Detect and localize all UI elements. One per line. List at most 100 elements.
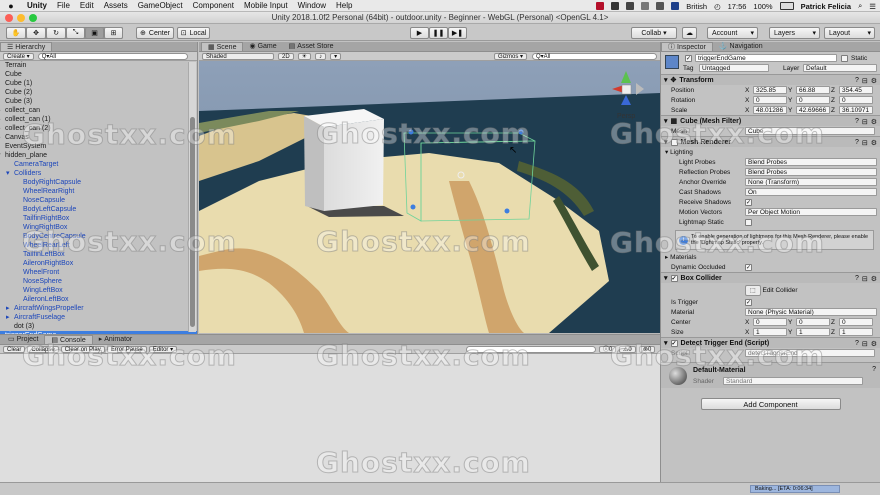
rect-tool-icon[interactable]: ▣ bbox=[85, 27, 104, 39]
tab-project[interactable]: ▭ Project bbox=[2, 335, 44, 344]
battery-percent[interactable]: 100% bbox=[753, 2, 772, 11]
hierarchy-search-input[interactable]: Q▾All bbox=[37, 52, 188, 60]
move-tool-icon[interactable]: ✥ bbox=[26, 27, 46, 39]
hierarchy-item[interactable]: BodyLeftCapsule bbox=[0, 205, 197, 214]
hierarchy-item[interactable]: CameraTarget bbox=[0, 160, 197, 169]
record-icon[interactable] bbox=[596, 2, 605, 10]
hierarchy-item[interactable]: Cube bbox=[0, 70, 197, 79]
hierarchy-item[interactable]: TailfinLeftBox bbox=[0, 250, 197, 259]
apple-icon[interactable]: ● bbox=[0, 1, 22, 11]
help-icon[interactable]: ? bbox=[855, 275, 859, 283]
preset-icon[interactable]: ⊟ bbox=[862, 340, 868, 348]
scale-x-field[interactable]: 48.01286 bbox=[753, 106, 787, 114]
pivot-local-button[interactable]: ⊡ Local bbox=[177, 27, 210, 39]
foldout-arrow-icon[interactable]: ▸ bbox=[665, 253, 668, 261]
menu-component[interactable]: Component bbox=[188, 1, 239, 10]
center-x-field[interactable]: 0 bbox=[753, 318, 787, 326]
hierarchy-item[interactable]: WingRightBox bbox=[0, 223, 197, 232]
gear-icon[interactable]: ⚙ bbox=[871, 77, 877, 85]
material-header[interactable]: Default-Material Shader Standard ? bbox=[661, 362, 880, 388]
hierarchy-item[interactable]: Cube (2) bbox=[0, 88, 197, 97]
error-count-button[interactable]: ⊗0 bbox=[639, 345, 656, 353]
menu-assets[interactable]: Assets bbox=[99, 1, 133, 10]
tab-hierarchy[interactable]: ☰ Hierarchy bbox=[0, 42, 53, 51]
add-component-button[interactable]: Add Component bbox=[700, 398, 841, 410]
console-search-input[interactable] bbox=[466, 345, 596, 353]
info-count-button[interactable]: ⓘ0 bbox=[599, 345, 617, 353]
hierarchy-item[interactable]: ▸collect_can (2) bbox=[0, 124, 197, 133]
shader-dropdown[interactable]: Standard bbox=[723, 377, 863, 385]
menu-list-icon[interactable]: ☰ bbox=[869, 2, 876, 11]
tag-dropdown[interactable]: Untagged bbox=[699, 64, 769, 72]
size-z-field[interactable]: 1 bbox=[839, 328, 873, 336]
hierarchy-item[interactable]: ▸ AircraftWingsPropeller bbox=[0, 304, 197, 313]
rotation-z-field[interactable]: 0 bbox=[839, 96, 873, 104]
app-icon[interactable] bbox=[611, 2, 620, 10]
position-z-field[interactable]: 354.45 bbox=[839, 86, 873, 94]
active-checkbox[interactable]: ✓ bbox=[685, 55, 692, 62]
foldout-arrow-icon[interactable]: ▾ bbox=[664, 138, 668, 146]
menu-edit[interactable]: Edit bbox=[75, 1, 99, 10]
collider-enabled-checkbox[interactable]: ✓ bbox=[670, 274, 678, 282]
shading-dropdown[interactable]: Shaded bbox=[202, 52, 274, 60]
renderer-dropdown[interactable]: Blend Probes bbox=[745, 158, 877, 166]
foldout-arrow-icon[interactable]: ▾ bbox=[664, 76, 668, 84]
lighting-foldout[interactable]: ▾ Lighting bbox=[661, 147, 880, 157]
tab-scene[interactable]: ▦ Scene bbox=[201, 42, 244, 51]
search-icon[interactable]: ⌕ bbox=[858, 1, 862, 11]
user-name[interactable]: Patrick Felicia bbox=[801, 2, 851, 11]
clear-button[interactable]: Clear bbox=[3, 345, 26, 353]
pause-button[interactable]: ❚❚ bbox=[429, 27, 448, 39]
layers-dropdown[interactable]: Layers ▾ bbox=[769, 27, 820, 39]
bounds-handle[interactable] bbox=[518, 129, 524, 135]
tab-asset-store[interactable]: ▤ Asset Store bbox=[283, 42, 340, 51]
hierarchy-item[interactable]: WheelRearLeft bbox=[0, 241, 197, 250]
foldout-arrow-icon[interactable]: ▾ bbox=[664, 274, 668, 282]
renderer-dropdown[interactable]: Per Object Motion bbox=[745, 208, 877, 216]
scene-viewport[interactable]: ↖ Persp bbox=[199, 61, 660, 333]
rotation-x-field[interactable]: 0 bbox=[753, 96, 787, 104]
hierarchy-scrollbar[interactable] bbox=[188, 62, 196, 332]
hierarchy-item[interactable]: EventSystem bbox=[0, 142, 197, 151]
warning-count-button[interactable]: ⚠0 bbox=[619, 345, 636, 353]
tab-navigation[interactable]: ⚓ Navigation bbox=[713, 42, 769, 51]
layout-dropdown[interactable]: Layout ▾ bbox=[824, 27, 875, 39]
gear-icon[interactable]: ⚙ bbox=[871, 139, 877, 147]
mode-2d-toggle[interactable]: 2D bbox=[278, 52, 294, 60]
physic-material-field[interactable]: None (Physic Material) bbox=[745, 308, 877, 316]
size-y-field[interactable]: 1 bbox=[796, 328, 830, 336]
gear-icon[interactable]: ⚙ bbox=[871, 340, 877, 348]
close-window-icon[interactable] bbox=[5, 14, 13, 22]
cloud-icon[interactable]: ☁ bbox=[682, 27, 697, 39]
hierarchy-item[interactable]: AileronRightBox bbox=[0, 259, 197, 268]
clock-time[interactable]: 17:56 bbox=[728, 2, 747, 11]
help-icon[interactable]: ? bbox=[855, 118, 859, 126]
menu-window[interactable]: Window bbox=[293, 1, 331, 10]
help-icon[interactable]: ? bbox=[855, 77, 859, 85]
edit-collider-icon[interactable]: ⬚ bbox=[745, 284, 761, 296]
transform-tool-icon[interactable]: ⊞ bbox=[104, 27, 123, 39]
hierarchy-item[interactable]: dot (3) bbox=[0, 322, 197, 331]
rotation-y-field[interactable]: 0 bbox=[796, 96, 830, 104]
account-dropdown[interactable]: Account ▾ bbox=[707, 27, 758, 39]
menu-mobile-input[interactable]: Mobile Input bbox=[239, 1, 293, 10]
hierarchy-item[interactable]: WheelRearRight bbox=[0, 187, 197, 196]
tab-game[interactable]: ◉ Game bbox=[243, 42, 282, 51]
mesh-field[interactable]: Cube bbox=[745, 127, 875, 135]
collapse-button[interactable]: Collapse bbox=[27, 345, 59, 353]
bounds-handle[interactable] bbox=[410, 204, 416, 210]
tab-console[interactable]: ▤ Console bbox=[44, 335, 93, 344]
bounds-handle[interactable] bbox=[504, 208, 510, 214]
hierarchy-item[interactable]: NoseCapsule bbox=[0, 196, 197, 205]
hierarchy-item[interactable]: ▸collect_can bbox=[0, 106, 197, 115]
menu-help[interactable]: Help bbox=[331, 1, 357, 10]
box-collider-header[interactable]: ▾ ✓ Box Collider? ⊟ ⚙ bbox=[661, 272, 880, 283]
effects-toggle-icon[interactable]: ▾ bbox=[330, 52, 342, 60]
hierarchy-item[interactable]: BodyRightCapsule bbox=[0, 178, 197, 187]
flag-icon[interactable] bbox=[671, 2, 680, 10]
scale-z-field[interactable]: 36.10971 bbox=[839, 106, 873, 114]
foldout-arrow-icon[interactable]: ▸ bbox=[6, 313, 14, 322]
dynamic-occluded-checkbox[interactable]: ✓ bbox=[745, 263, 752, 271]
mesh-filter-header[interactable]: ▾ ▦ Cube (Mesh Filter)? ⊟ ⚙ bbox=[661, 115, 880, 126]
object-name-field[interactable]: triggerEndGame bbox=[695, 54, 837, 62]
